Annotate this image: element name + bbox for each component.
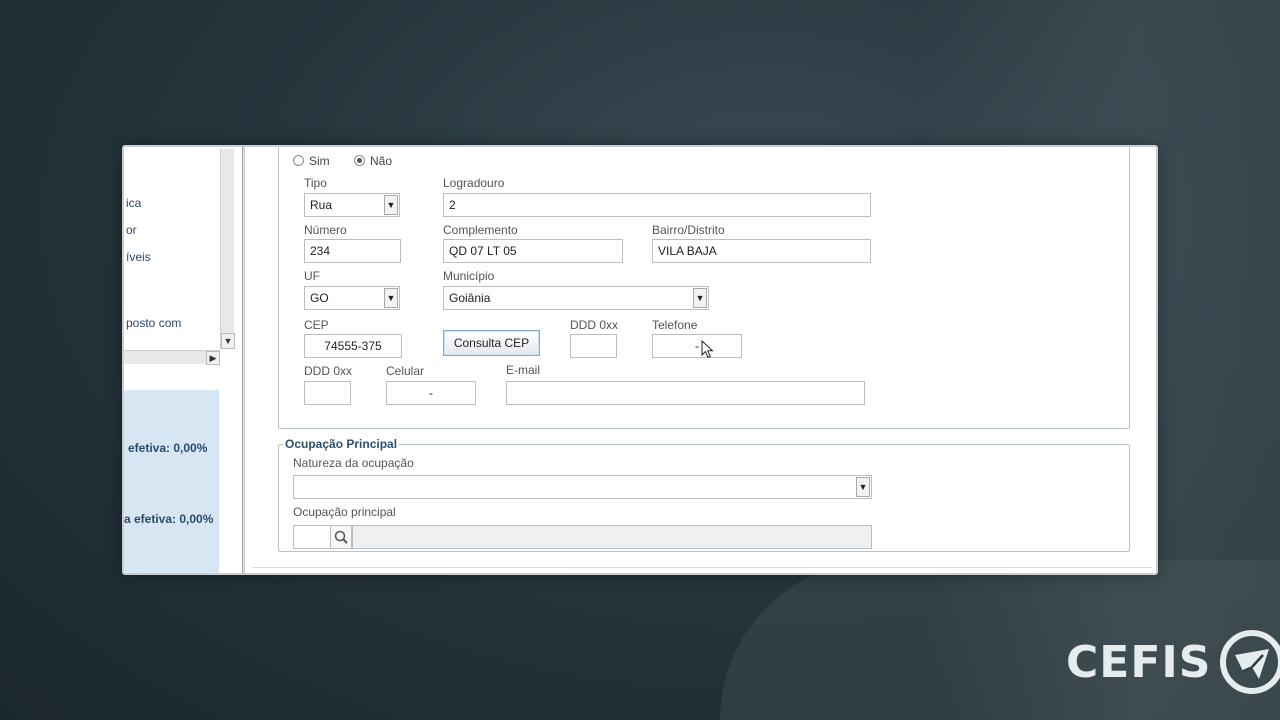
left-panel: ica or íveis posto com ▼ ▶ efetiva: 0,00… [124, 147, 244, 573]
complemento-input[interactable]: QD 07 LT 05 [443, 239, 623, 263]
ocupacao-desc-input [352, 525, 872, 549]
bairro-label: Bairro/Distrito [652, 223, 725, 237]
rate-value: efetiva: 0,00% [128, 441, 208, 455]
search-button[interactable] [330, 525, 352, 549]
scroll-down-icon[interactable]: ▼ [221, 333, 235, 349]
scroll-right-icon[interactable]: ▶ [206, 351, 220, 365]
horizontal-scrollbar[interactable]: ▶ [124, 350, 220, 365]
ddd-input[interactable] [304, 381, 351, 405]
tipo-select[interactable]: Rua ▼ [304, 193, 400, 217]
bottom-divider [252, 567, 1152, 568]
telefone-input[interactable]: - [652, 334, 742, 358]
municipio-value: Goiânia [449, 291, 491, 305]
cefis-logo: CEFIS [1066, 628, 1280, 696]
left-item[interactable]: ica [126, 196, 141, 210]
left-item[interactable]: íveis [126, 250, 151, 264]
numero-input[interactable]: 234 [304, 239, 401, 263]
cep-label: CEP [304, 318, 329, 332]
uf-value: GO [310, 291, 329, 305]
celular-label: Celular [386, 364, 425, 378]
radio-sim[interactable] [293, 155, 304, 166]
mouse-cursor-icon [701, 340, 714, 359]
left-item[interactable]: or [126, 223, 137, 237]
ddd-input[interactable] [570, 334, 617, 358]
complemento-label: Complemento [443, 223, 518, 237]
chevron-down-icon[interactable]: ▼ [384, 288, 398, 308]
ocupacao-principal-label: Ocupação principal [293, 505, 396, 519]
uf-label: UF [304, 269, 320, 283]
uf-select[interactable]: GO ▼ [304, 286, 400, 310]
logradouro-label: Logradouro [443, 176, 505, 190]
ddd-label: DDD 0xx [570, 318, 619, 332]
radio-sim-label[interactable]: Sim [309, 154, 330, 168]
ocupacao-code-input[interactable] [293, 525, 331, 549]
cep-input[interactable]: 74555-375 [304, 334, 402, 358]
consulta-cep-button[interactable]: Consulta CEP [443, 330, 540, 356]
bairro-input[interactable]: VILA BAJA [652, 239, 871, 263]
radio-nao-label[interactable]: Não [370, 154, 392, 168]
email-label: E-mail [506, 363, 541, 377]
search-icon [334, 530, 348, 544]
celular-input[interactable]: - [386, 381, 476, 405]
logo-emblem-icon [1220, 630, 1280, 694]
logo-text: CEFIS [1066, 636, 1212, 688]
tipo-label: Tipo [304, 176, 327, 190]
numero-label: Número [304, 223, 347, 237]
chevron-down-icon[interactable]: ▼ [856, 477, 870, 497]
rates-panel: efetiva: 0,00% a efetiva: 0,00% [124, 390, 219, 573]
municipio-label: Município [443, 269, 495, 283]
logradouro-input[interactable]: 2 [443, 193, 871, 217]
form-window: ica or íveis posto com ▼ ▶ efetiva: 0,00… [122, 145, 1158, 575]
chevron-down-icon[interactable]: ▼ [693, 288, 707, 308]
ddd-label: DDD 0xx [304, 364, 353, 378]
left-item[interactable]: posto com [126, 316, 181, 330]
panel-divider[interactable] [242, 147, 245, 573]
natureza-select[interactable]: ▼ [293, 475, 872, 499]
rate-value: a efetiva: 0,00% [124, 512, 214, 526]
tipo-value: Rua [310, 198, 333, 212]
ocupacao-legend: Ocupação Principal [283, 437, 400, 451]
radio-nao[interactable] [354, 155, 365, 166]
chevron-down-icon[interactable]: ▼ [384, 195, 398, 215]
telefone-label: Telefone [652, 318, 698, 332]
email-input[interactable] [506, 381, 865, 405]
municipio-select[interactable]: Goiânia ▼ [443, 286, 709, 310]
vertical-scrollbar[interactable]: ▼ [220, 149, 235, 349]
natureza-label: Natureza da ocupação [293, 456, 414, 470]
